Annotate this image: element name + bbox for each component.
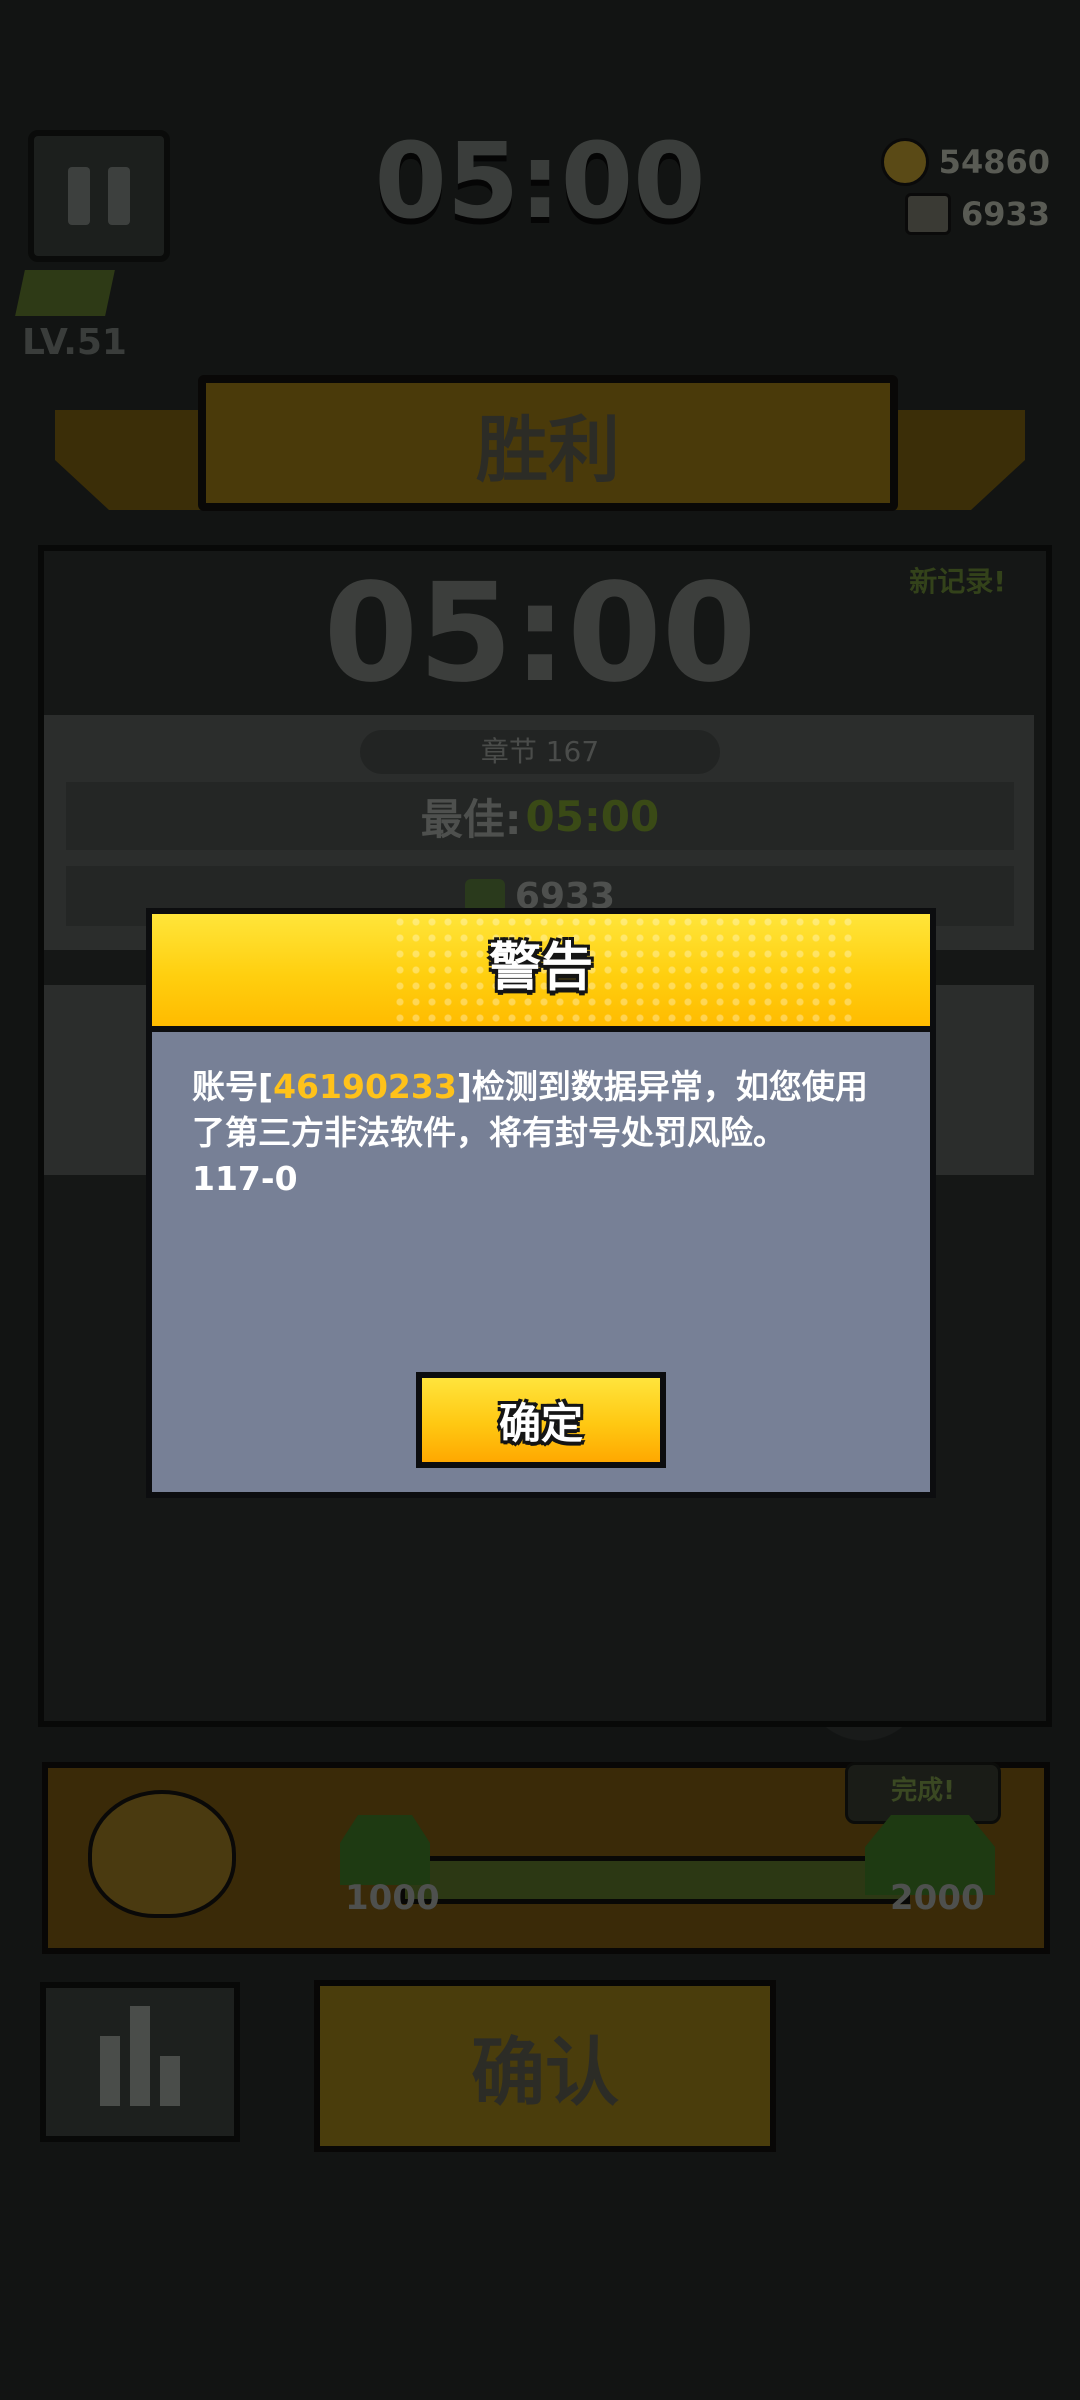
best-value: 05:00	[525, 791, 660, 841]
stats-button[interactable]	[40, 1982, 240, 2142]
pause-icon	[68, 167, 90, 225]
best-label: 最佳:	[420, 794, 522, 844]
coin-icon	[880, 138, 929, 186]
dialog-message: 账号[46190233]检测到数据异常，如您使用了第三方非法软件，将有封号处罚风…	[192, 1064, 892, 1202]
bar-chart-icon-bar	[130, 2006, 150, 2106]
gem-counter: 6933	[904, 192, 1050, 236]
pause-icon-bar	[108, 167, 130, 225]
new-record-label: 新记录!	[909, 565, 1006, 598]
gem-pile-icon	[340, 1815, 430, 1885]
gem-icon	[904, 193, 951, 235]
chapter-label: 章节 167	[360, 730, 720, 774]
account-id: 46190233	[273, 1067, 457, 1106]
progress-min: 1000	[345, 1878, 440, 1918]
bar-chart-icon-bar	[160, 2056, 180, 2106]
reward-progress-bar	[400, 1856, 910, 1904]
xp-bar	[15, 270, 115, 316]
dialog-title: 警告	[488, 938, 593, 998]
ok-button[interactable]: 确定	[416, 1372, 666, 1468]
coin-counter: 54860	[880, 138, 1050, 186]
level-label: LV.51	[22, 322, 127, 363]
dialog-header: 警告	[152, 914, 930, 1032]
best-time-row: 最佳: 05:00	[66, 782, 1014, 850]
confirm-button[interactable]: 确认	[314, 1980, 776, 2152]
msg-prefix: 账号[	[192, 1067, 274, 1106]
gem-count: 6933	[960, 195, 1050, 233]
piggy-bank-icon	[88, 1790, 236, 1918]
progress-max: 2000	[890, 1878, 985, 1918]
bar-chart-icon	[100, 2036, 120, 2106]
done-badge: 完成!	[845, 1762, 1001, 1824]
hud-timer: 05:00	[374, 120, 706, 242]
warning-dialog: 警告 账号[46190233]检测到数据异常，如您使用了第三方非法软件，将有封号…	[146, 908, 936, 1498]
pause-button[interactable]	[28, 130, 170, 262]
victory-banner: 胜利	[198, 375, 898, 511]
error-code: 117-0	[192, 1159, 298, 1198]
result-time: 05:00	[323, 555, 757, 713]
coin-count: 54860	[938, 143, 1050, 181]
